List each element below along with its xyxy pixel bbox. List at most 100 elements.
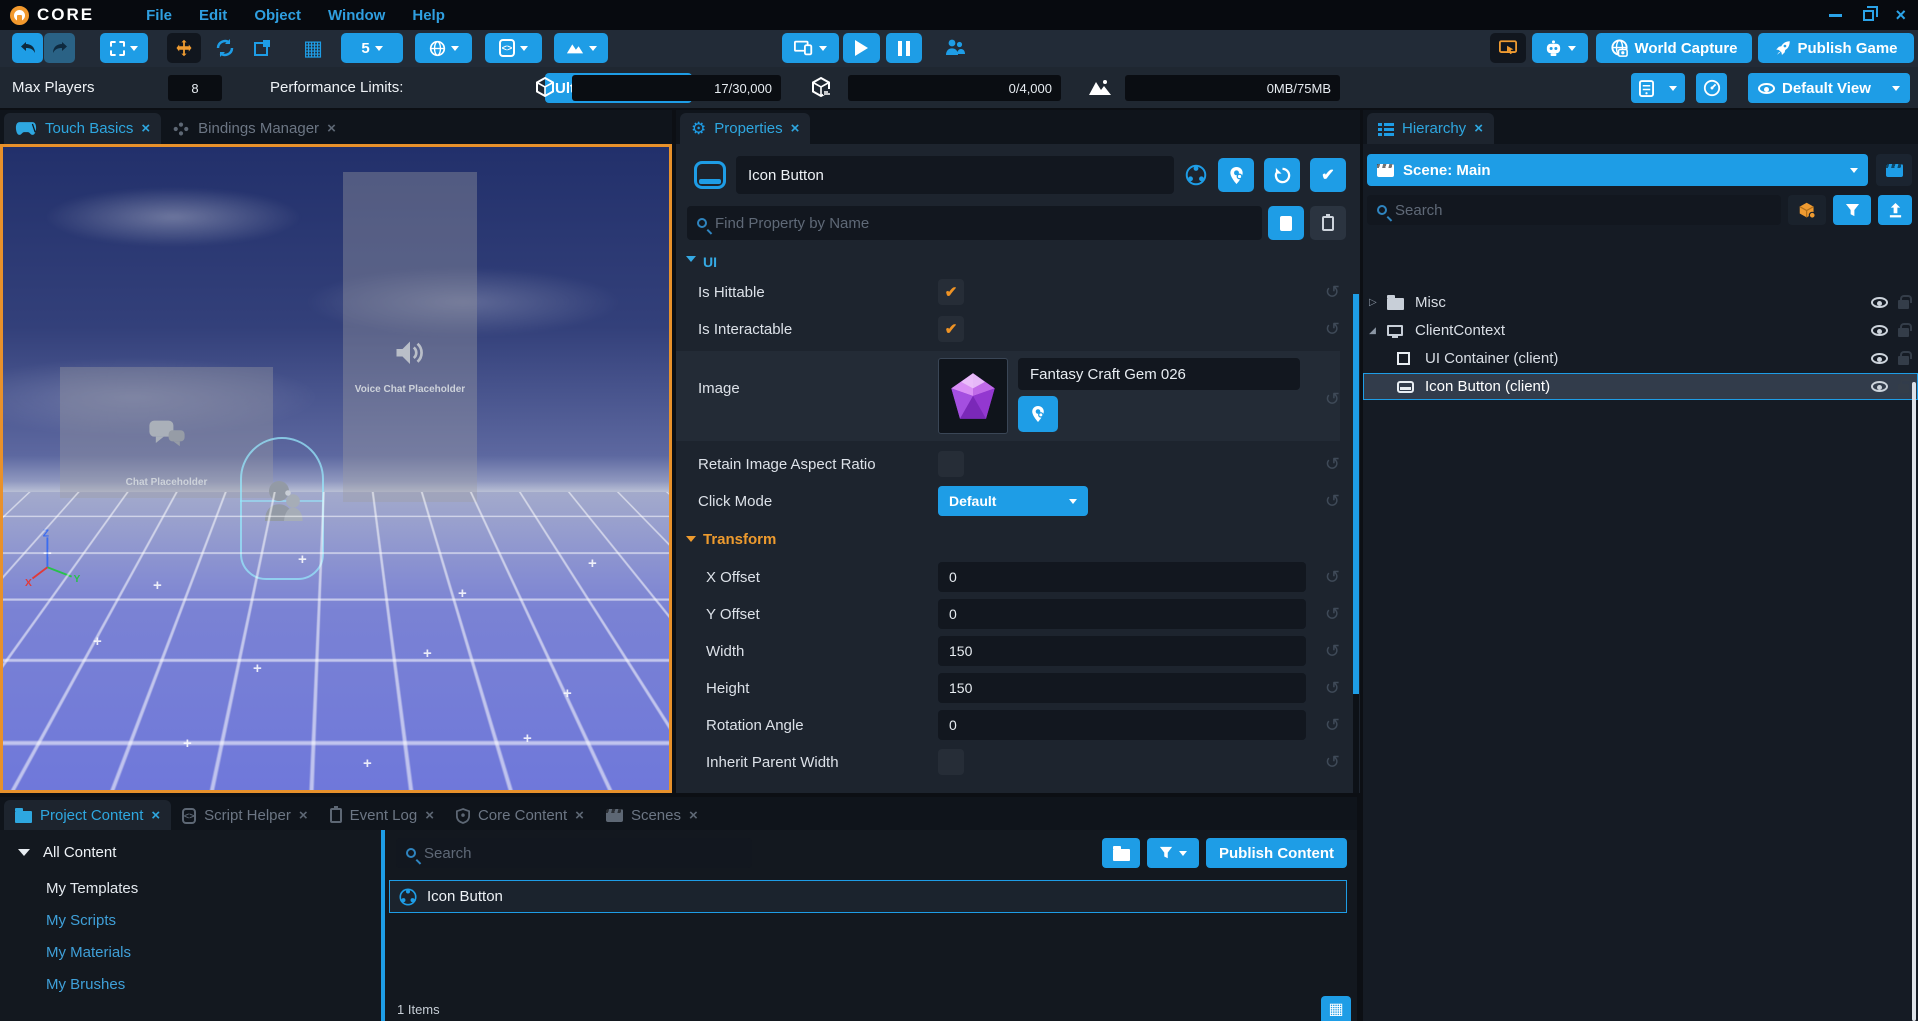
- visibility-eye-icon[interactable]: [1871, 353, 1888, 364]
- move-tool-button[interactable]: [167, 33, 201, 63]
- tree-item-ui-container[interactable]: UI Container (client): [1363, 345, 1918, 372]
- image-asset-thumbnail[interactable]: [938, 358, 1008, 434]
- tab-scenes[interactable]: Scenes ×: [595, 800, 709, 831]
- menu-object[interactable]: Object: [254, 7, 301, 24]
- find-property-input[interactable]: [715, 215, 1252, 232]
- scene-manager-button[interactable]: [1876, 154, 1912, 186]
- reset-property-icon[interactable]: ↺: [1325, 642, 1340, 660]
- tab-properties[interactable]: ⚙ Properties ×: [680, 113, 810, 144]
- reset-property-icon[interactable]: ↺: [1325, 320, 1340, 338]
- menu-help[interactable]: Help: [412, 7, 445, 24]
- reset-property-icon[interactable]: ↺: [1325, 390, 1340, 408]
- lock-icon[interactable]: [1898, 300, 1909, 309]
- menu-edit[interactable]: Edit: [199, 7, 227, 24]
- rotation-angle-input[interactable]: [938, 710, 1306, 740]
- close-icon[interactable]: ×: [425, 808, 434, 823]
- new-folder-button[interactable]: [1102, 838, 1140, 868]
- is-interactable-checkbox[interactable]: [938, 316, 964, 342]
- play-button[interactable]: [843, 33, 880, 63]
- inherit-parent-width-checkbox[interactable]: [938, 749, 964, 775]
- properties-scrollbar[interactable]: [1353, 294, 1359, 793]
- restore-icon[interactable]: [1863, 10, 1874, 21]
- scrollbar-thumb[interactable]: [1353, 294, 1359, 694]
- section-ui[interactable]: UI: [676, 254, 1340, 267]
- max-players-field[interactable]: 8: [168, 75, 222, 101]
- apply-button[interactable]: ✔: [1310, 158, 1346, 192]
- filter-button[interactable]: [1833, 195, 1871, 225]
- copy-properties-button[interactable]: [1268, 206, 1304, 240]
- object-name-field[interactable]: [736, 156, 1174, 194]
- publish-game-button[interactable]: Publish Game: [1758, 33, 1914, 63]
- reset-object-button[interactable]: [1264, 158, 1300, 192]
- x-offset-input[interactable]: [938, 562, 1306, 592]
- tab-project-content[interactable]: Project Content ×: [4, 800, 171, 831]
- tab-script-helper[interactable]: <> Script Helper ×: [171, 800, 318, 831]
- reset-property-icon[interactable]: ↺: [1325, 492, 1340, 510]
- reset-property-icon[interactable]: ↺: [1325, 716, 1340, 734]
- default-view-dropdown[interactable]: Default View: [1748, 73, 1910, 103]
- collapse-icon[interactable]: ◢: [1369, 325, 1376, 336]
- multiplayer-preview-button[interactable]: [944, 33, 966, 63]
- script-dropdown[interactable]: <>: [485, 33, 542, 63]
- close-icon[interactable]: ×: [791, 121, 800, 136]
- tab-touch-basics[interactable]: Touch Basics ×: [4, 113, 161, 144]
- find-in-catalog-button[interactable]: [1218, 158, 1254, 192]
- retain-aspect-checkbox[interactable]: [938, 451, 964, 477]
- sidebar-item-all-content[interactable]: All Content: [0, 839, 381, 865]
- networked-filter-button[interactable]: [1788, 195, 1826, 225]
- visibility-eye-icon[interactable]: [1871, 297, 1888, 308]
- scene-dropdown[interactable]: Scene: Main: [1367, 154, 1868, 186]
- grid-snap-button[interactable]: ▦: [301, 33, 325, 63]
- sidebar-item-my-scripts[interactable]: My Scripts: [46, 912, 381, 929]
- tab-event-log[interactable]: Event Log ×: [319, 800, 445, 831]
- world-capture-button[interactable]: World Capture: [1596, 33, 1752, 63]
- reset-property-icon[interactable]: ↺: [1325, 605, 1340, 623]
- minimize-icon[interactable]: [1829, 14, 1842, 17]
- section-transform[interactable]: Transform: [686, 526, 1340, 552]
- lock-icon[interactable]: [1898, 356, 1909, 365]
- content-item-icon-button[interactable]: Icon Button: [389, 880, 1347, 913]
- pause-button[interactable]: [886, 33, 922, 63]
- height-input[interactable]: [938, 673, 1306, 703]
- tree-item-clientcontext[interactable]: ◢ ClientContext: [1363, 317, 1918, 344]
- hierarchy-search[interactable]: [1367, 195, 1781, 225]
- is-hittable-checkbox[interactable]: [938, 279, 964, 305]
- ai-assistant-dropdown[interactable]: [1532, 33, 1588, 63]
- hierarchy-scrollbar[interactable]: [1912, 382, 1916, 1021]
- selection-mode-dropdown[interactable]: [100, 33, 148, 63]
- export-button[interactable]: [1878, 195, 1912, 225]
- performance-monitor-button[interactable]: [1696, 73, 1727, 103]
- rotate-tool-button[interactable]: [213, 33, 237, 63]
- select-ui-mode-button[interactable]: [1490, 33, 1526, 63]
- find-property-search[interactable]: [687, 206, 1262, 240]
- scale-tool-button[interactable]: [250, 33, 274, 63]
- template-network-icon[interactable]: [1184, 163, 1208, 187]
- close-icon[interactable]: ×: [689, 808, 698, 823]
- find-asset-button[interactable]: [1018, 396, 1058, 432]
- sidebar-item-my-templates[interactable]: My Templates: [46, 880, 381, 897]
- close-icon[interactable]: ×: [299, 808, 308, 823]
- tree-item-misc[interactable]: ▷ Misc: [1363, 289, 1918, 316]
- save-options-dropdown[interactable]: [1631, 73, 1685, 103]
- menu-window[interactable]: Window: [328, 7, 385, 24]
- close-icon[interactable]: ×: [1895, 6, 1906, 24]
- collapse-icon[interactable]: [18, 849, 30, 856]
- content-search-input[interactable]: [424, 845, 742, 862]
- close-icon[interactable]: ×: [141, 121, 150, 136]
- terrain-dropdown[interactable]: [554, 33, 608, 63]
- tab-core-content[interactable]: Core Content ×: [445, 800, 595, 831]
- tab-bindings-manager[interactable]: Bindings Manager ×: [161, 113, 347, 144]
- grid-view-button[interactable]: ▦: [1321, 996, 1351, 1021]
- close-icon[interactable]: ×: [575, 808, 584, 823]
- undo-button[interactable]: [12, 33, 43, 63]
- content-filter-dropdown[interactable]: [1147, 838, 1199, 868]
- close-icon[interactable]: ×: [327, 121, 336, 136]
- expand-icon[interactable]: ▷: [1369, 297, 1377, 308]
- menu-file[interactable]: File: [146, 7, 172, 24]
- reset-property-icon[interactable]: ↺: [1325, 679, 1340, 697]
- lock-icon[interactable]: [1898, 384, 1909, 393]
- click-mode-dropdown[interactable]: Default: [938, 486, 1088, 516]
- redo-button[interactable]: [44, 33, 75, 63]
- publish-content-button[interactable]: Publish Content: [1206, 838, 1347, 868]
- hierarchy-search-input[interactable]: [1395, 202, 1771, 219]
